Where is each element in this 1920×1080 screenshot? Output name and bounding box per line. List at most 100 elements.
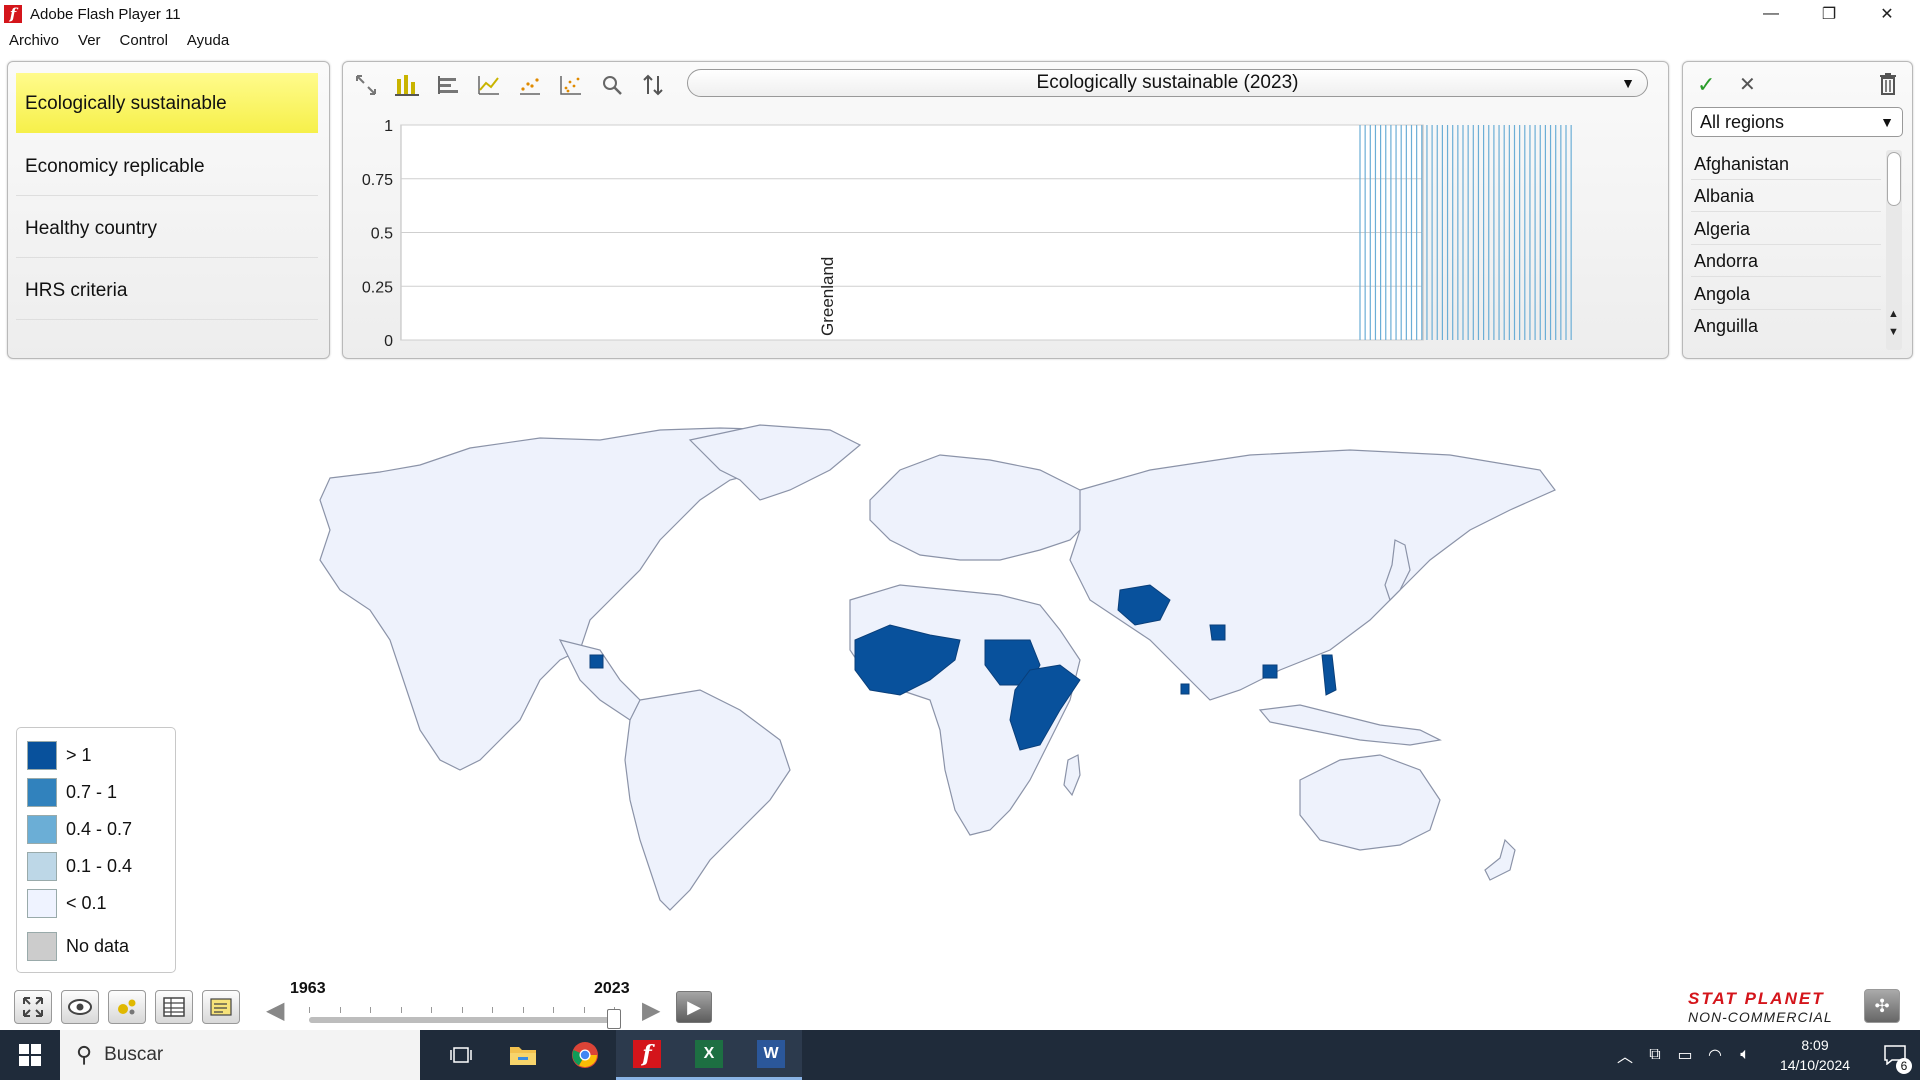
file-explorer-app[interactable] <box>492 1030 554 1080</box>
region-item-afghanistan[interactable]: Afghanistan <box>1691 148 1881 180</box>
chrome-app[interactable] <box>554 1030 616 1080</box>
timeline-start-year: 1963 <box>290 980 326 997</box>
play-icon: ▶ <box>687 996 701 1017</box>
scroll-down-icon[interactable]: ▼ <box>1888 326 1899 338</box>
minimize-button[interactable]: — <box>1742 0 1800 28</box>
notes-icon <box>210 998 232 1016</box>
menu-control[interactable]: Control <box>120 32 168 49</box>
taskbar-search[interactable]: ⚲ Buscar <box>60 1030 420 1080</box>
indicator-healthy-country[interactable]: Healthy country <box>16 198 318 258</box>
table-view-button[interactable] <box>155 990 193 1024</box>
menu-ayuda[interactable]: Ayuda <box>187 32 229 49</box>
clock[interactable]: 8:09 14/10/2024 <box>1760 1035 1870 1075</box>
map-africa <box>849 584 1081 836</box>
indicator-panel: Ecologically sustainable Economicy repli… <box>7 61 330 359</box>
legend-label: No data <box>66 935 130 956</box>
fullscreen-button[interactable] <box>14 990 52 1024</box>
map-north-america <box>319 427 822 771</box>
notification-count: 6 <box>1896 1058 1912 1074</box>
maximize-button[interactable]: ❐ <box>1800 0 1858 28</box>
map-highlighted-countries <box>589 584 1337 751</box>
play-button[interactable]: ▶ <box>676 991 712 1023</box>
legend-swatch <box>27 740 57 770</box>
map-guatemala-high <box>589 654 604 669</box>
excel-icon: X <box>695 1039 723 1068</box>
clock-date: 14/10/2024 <box>1779 1057 1851 1073</box>
wifi-icon[interactable]: ◠ <box>1700 1045 1730 1065</box>
region-item-anguilla[interactable]: Anguilla <box>1691 310 1881 342</box>
map-bangladesh-high <box>1209 624 1226 641</box>
chart-y-axis: 1 0.75 0.5 0.25 0 <box>362 118 393 350</box>
chevron-up-icon[interactable]: ︿ <box>1610 1043 1640 1067</box>
map-west-africa-high <box>854 624 961 696</box>
legend-item: > 1 <box>27 740 92 770</box>
map-indonesia <box>1258 704 1442 746</box>
map-madagascar <box>1063 754 1081 797</box>
clock-time: 8:09 <box>1801 1037 1829 1053</box>
excel-app[interactable]: X <box>678 1030 740 1080</box>
next-year-icon[interactable]: ▶ <box>642 996 660 1025</box>
chart-y-tick-label: 0.5 <box>371 226 393 243</box>
map-afghanistan-high <box>1117 584 1171 626</box>
map-japan <box>1384 539 1411 602</box>
notifications-button[interactable]: 6 <box>1870 1030 1920 1080</box>
region-scrollbar[interactable]: ▲ ▼ <box>1886 150 1902 350</box>
view-button[interactable] <box>61 990 99 1024</box>
legend-label: 0.1 - 0.4 <box>66 855 133 876</box>
notes-button[interactable] <box>202 990 240 1024</box>
map-legend: > 1 0.7 - 1 0.4 - 0.7 0.1 - 0.4 < 0.1 No… <box>16 727 176 973</box>
region-item-algeria[interactable]: Algeria <box>1691 213 1881 245</box>
region-item-albania[interactable]: Albania <box>1691 180 1881 212</box>
region-item-angola[interactable]: Angola <box>1691 278 1881 310</box>
map-central-america <box>558 639 661 731</box>
map-asia <box>1069 449 1556 701</box>
menu-ver[interactable]: Ver <box>78 32 101 49</box>
trash-icon[interactable] <box>1878 72 1898 101</box>
network-drive-icon[interactable]: ⧉ <box>1640 1046 1670 1064</box>
map-cambodia-high <box>1262 664 1278 679</box>
taskbar: ⚲ Buscar f X W ︿ ⧉ ▭ ◠ 🔈︎ 8:09 14/10/202… <box>0 1030 1920 1080</box>
word-app[interactable]: W <box>740 1030 802 1080</box>
statplanet-logo: STAT PLANET NON-COMMERCIAL <box>1688 989 1848 1025</box>
timeline-tick <box>400 1007 402 1013</box>
flash-player-app[interactable]: f <box>616 1030 678 1080</box>
legend-label: < 0.1 <box>66 892 107 913</box>
timeline-slider-handle[interactable] <box>607 1009 621 1029</box>
close-button[interactable]: ✕ <box>1858 0 1916 28</box>
volume-icon[interactable]: 🔈︎ <box>1730 1046 1760 1064</box>
map-srilanka-high <box>1180 683 1190 695</box>
close-icon[interactable]: ✕ <box>1739 72 1756 97</box>
menu-archivo[interactable]: Archivo <box>9 32 59 49</box>
scroll-up-icon[interactable]: ▲ <box>1888 308 1899 320</box>
timeline-slider[interactable] <box>309 1017 614 1023</box>
indicator-economicy-replicable[interactable]: Economicy replicable <box>16 136 318 196</box>
map-land <box>319 424 1556 911</box>
indicator-hrs-criteria[interactable]: HRS criteria <box>16 260 318 320</box>
timeline-tick <box>461 1007 463 1013</box>
collapse-button[interactable]: ✣ <box>1864 989 1900 1023</box>
map-south-america <box>624 689 791 911</box>
timeline-tick <box>339 1007 341 1013</box>
bubble-map-button[interactable] <box>108 990 146 1024</box>
start-button[interactable] <box>0 1030 60 1080</box>
bar-chart[interactable]: 1 0.75 0.5 0.25 0 Greenland <box>343 62 1670 360</box>
word-icon: W <box>757 1039 785 1068</box>
previous-year-icon[interactable]: ◀ <box>266 996 284 1025</box>
checkmark-icon[interactable]: ✓ <box>1697 72 1715 98</box>
region-dropdown[interactable]: All regions ▼ <box>1691 107 1903 137</box>
region-dropdown-value: All regions <box>1700 112 1785 132</box>
menu-bar: Archivo Ver Control Ayuda <box>0 28 1920 52</box>
legend-label: > 1 <box>66 744 92 765</box>
battery-icon[interactable]: ▭ <box>1670 1045 1700 1065</box>
task-view-button[interactable] <box>430 1030 492 1080</box>
window-title: Adobe Flash Player 11 <box>30 5 181 23</box>
scrollbar-thumb[interactable] <box>1887 152 1901 206</box>
region-item-andorra[interactable]: Andorra <box>1691 245 1881 277</box>
indicator-ecologically-sustainable[interactable]: Ecologically sustainable <box>16 73 318 133</box>
map-sudan-high <box>984 639 1041 686</box>
legend-item: 0.7 - 1 <box>27 777 117 807</box>
legend-item: 0.4 - 0.7 <box>27 814 132 844</box>
map-greenland <box>688 424 862 501</box>
search-icon: ⚲ <box>76 1042 93 1067</box>
folder-icon <box>510 1047 536 1065</box>
